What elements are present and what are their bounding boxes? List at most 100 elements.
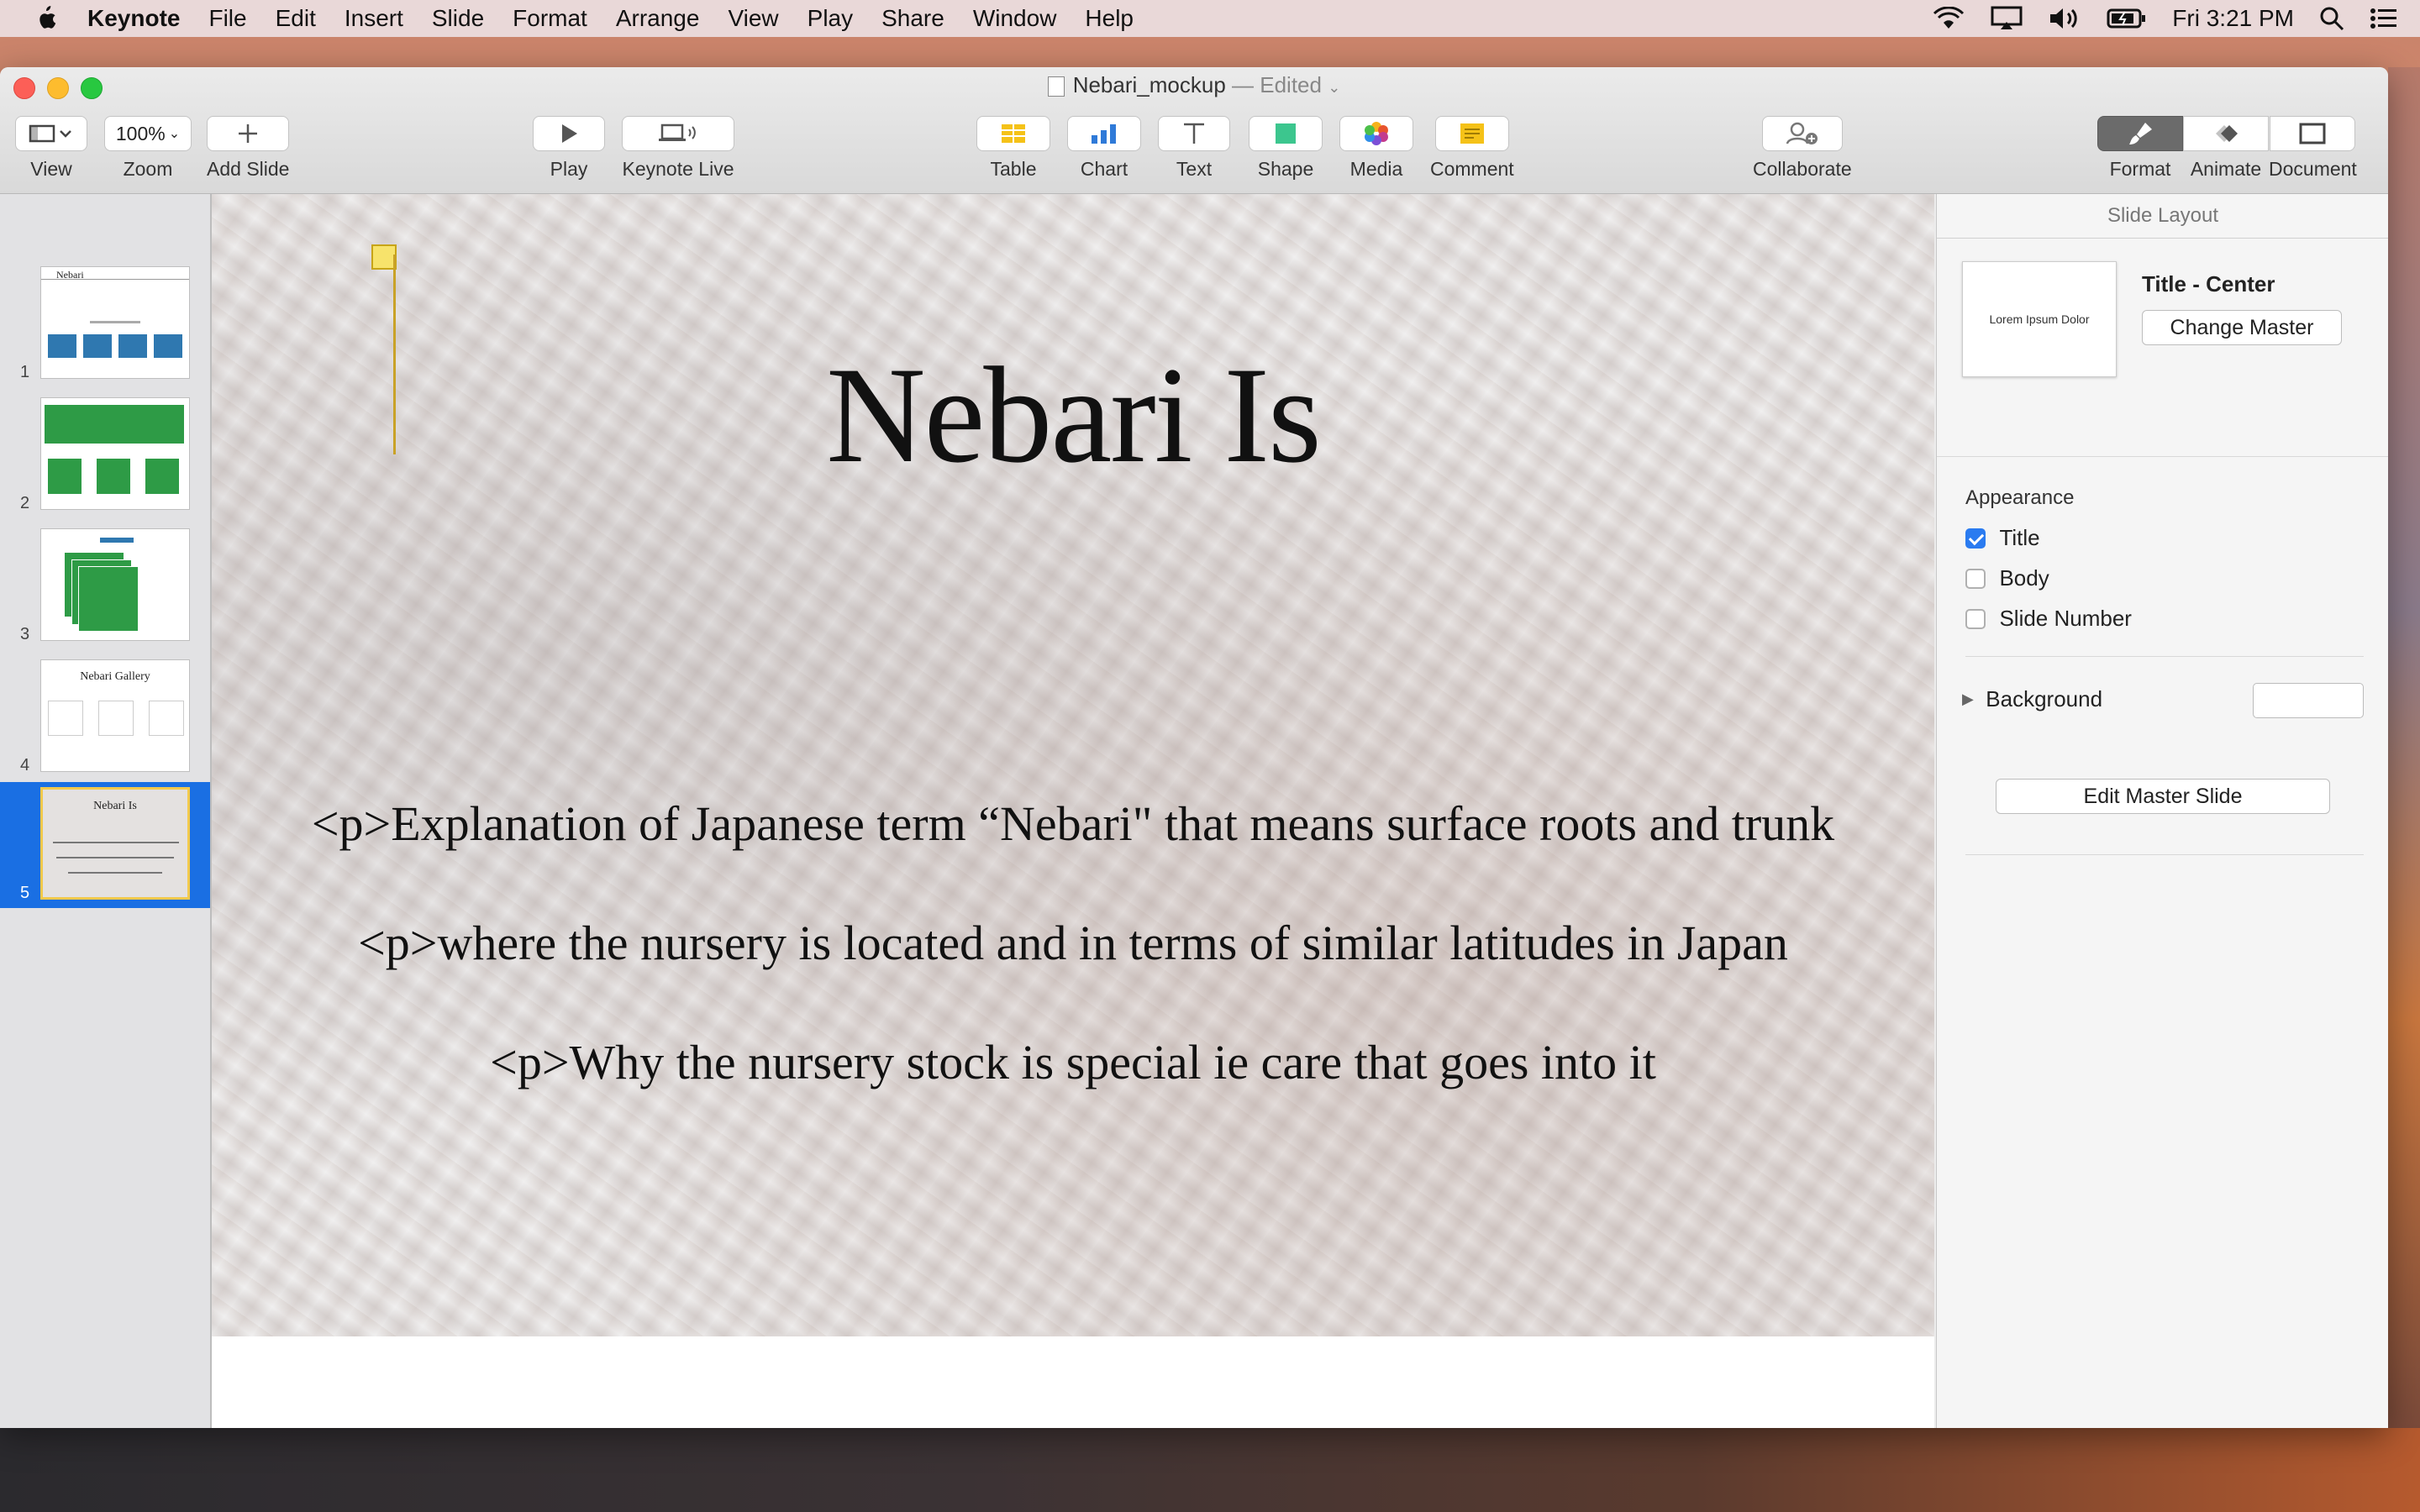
edit-master-slide-button[interactable]: Edit Master Slide: [1996, 779, 2330, 814]
body-checkbox[interactable]: [1965, 568, 1986, 589]
background-disclosure[interactable]: ▶ Background: [1962, 686, 2102, 712]
text-label: Text: [1176, 158, 1213, 180]
animate-button[interactable]: [2183, 116, 2269, 151]
title-option[interactable]: Title: [1965, 525, 2040, 551]
document-icon: [1047, 76, 1065, 97]
view-label: View: [30, 158, 72, 180]
table-button[interactable]: [976, 116, 1050, 151]
keynote-live-button[interactable]: [622, 116, 734, 151]
slide-navigator: Nebari 1 2 3 Nebari Gallery 4 Nebari Is …: [0, 194, 212, 1428]
slide-thumbnail-3[interactable]: 3: [0, 523, 210, 649]
comment-label: Comment: [1430, 158, 1514, 180]
change-master-button[interactable]: Change Master: [2142, 310, 2342, 345]
add-slide-tool[interactable]: Add Slide: [207, 116, 289, 181]
slide-body-line-2[interactable]: <p>where the nursery is located and in t…: [212, 915, 1934, 971]
master-preview[interactable]: Lorem Ipsum Dolor: [1962, 261, 2117, 377]
chart-button[interactable]: [1067, 116, 1141, 151]
play-tool[interactable]: Play: [533, 116, 605, 181]
view-tool[interactable]: View: [15, 116, 87, 181]
document-title[interactable]: Nebari_mockup — Edited ⌄: [0, 72, 2388, 98]
slide-number-checkbox[interactable]: [1965, 608, 1986, 629]
media-label: Media: [1349, 158, 1403, 180]
menu-insert[interactable]: Insert: [345, 5, 403, 32]
collaborate-button[interactable]: [1761, 116, 1843, 151]
zoom-select[interactable]: 100% ⌄: [104, 116, 192, 151]
animate-tool[interactable]: Animate: [2183, 116, 2269, 181]
chevron-down-icon: ⌄: [168, 127, 181, 141]
document-button[interactable]: [2270, 116, 2356, 151]
play-button[interactable]: [533, 116, 605, 151]
table-tool[interactable]: Table: [976, 116, 1050, 181]
slide-thumbnail-4[interactable]: Nebari Gallery 4: [0, 654, 210, 780]
comment-tool[interactable]: Comment: [1430, 116, 1514, 181]
spotlight-search-icon[interactable]: [2319, 6, 2344, 31]
menu-view[interactable]: View: [728, 5, 778, 32]
thumbnail-title: Nebari Is: [93, 800, 137, 812]
text-tool[interactable]: Text: [1158, 116, 1230, 181]
battery-icon[interactable]: [2107, 8, 2147, 29]
chart-label: Chart: [1080, 158, 1128, 180]
media-tool[interactable]: Media: [1339, 116, 1413, 181]
text-button[interactable]: [1158, 116, 1230, 151]
menu-window[interactable]: Window: [973, 5, 1057, 32]
add-slide-button[interactable]: [207, 116, 290, 151]
menubar-clock[interactable]: Fri 3:21 PM: [2172, 5, 2294, 32]
shape-tool[interactable]: Shape: [1249, 116, 1323, 181]
toolbar: Nebari_mockup — Edited ⌄ View 100% ⌄ Zoo…: [0, 67, 2388, 194]
menu-help[interactable]: Help: [1085, 5, 1134, 32]
title-checkbox[interactable]: [1965, 528, 1986, 549]
slide-thumbnail-image: Nebari Gallery: [40, 659, 190, 772]
paintbrush-icon: [2129, 123, 2152, 144]
view-button[interactable]: [15, 116, 87, 151]
media-button[interactable]: [1339, 116, 1413, 151]
zoom-value: 100%: [115, 122, 166, 144]
disclosure-triangle-icon[interactable]: ▶: [1962, 690, 1974, 707]
slide-title[interactable]: Nebari Is: [212, 337, 1934, 495]
volume-icon[interactable]: [2048, 6, 2081, 31]
current-slide[interactable]: Nebari Is <p>Explanation of Japanese ter…: [212, 194, 1934, 1336]
comment-button[interactable]: [1434, 116, 1509, 151]
shape-label: Shape: [1257, 158, 1314, 180]
menu-app-name[interactable]: Keynote: [87, 5, 180, 32]
slide-thumbnail-2[interactable]: 2: [0, 392, 210, 518]
slide-thumbnail-1[interactable]: Nebari 1: [0, 261, 210, 387]
slide-body-line-3[interactable]: <p>Why the nursery stock is special ie c…: [212, 1034, 1934, 1090]
slide-number-option[interactable]: Slide Number: [1965, 606, 2132, 632]
apple-menu-icon[interactable]: [34, 5, 57, 32]
menu-share[interactable]: Share: [881, 5, 944, 32]
document-tool[interactable]: Document: [2269, 116, 2357, 181]
background-color-well[interactable]: [2253, 683, 2364, 718]
body-option[interactable]: Body: [1965, 565, 2049, 591]
chart-tool[interactable]: Chart: [1067, 116, 1141, 181]
shape-icon: [1276, 123, 1296, 144]
collaborate-tool[interactable]: Collaborate: [1753, 116, 1852, 181]
slide-thumbnail-image: [40, 528, 190, 641]
format-tool[interactable]: Format: [2097, 116, 2183, 181]
airplay-icon[interactable]: [1991, 6, 2023, 31]
menu-file[interactable]: File: [208, 5, 246, 32]
keynote-window: Nebari_mockup — Edited ⌄ View 100% ⌄ Zoo…: [0, 67, 2388, 1428]
document-setup-icon: [2299, 123, 2326, 144]
comment-connector: [393, 255, 396, 454]
appearance-heading: Appearance: [1965, 486, 2075, 509]
menu-format[interactable]: Format: [513, 5, 587, 32]
slide-canvas[interactable]: Nebari Is <p>Explanation of Japanese ter…: [212, 194, 1934, 1428]
keynote-live-label: Keynote Live: [622, 158, 734, 180]
slide-thumbnail-5[interactable]: Nebari Is 5: [0, 782, 210, 908]
menu-arrange[interactable]: Arrange: [616, 5, 700, 32]
keynote-live-tool[interactable]: Keynote Live: [622, 116, 734, 181]
slide-body-line-1[interactable]: <p>Explanation of Japanese term “Nebari"…: [212, 795, 1934, 852]
plus-icon: [239, 124, 258, 143]
divider: [1965, 854, 2364, 855]
menu-slide[interactable]: Slide: [432, 5, 484, 32]
notification-center-icon[interactable]: [2370, 7, 2398, 30]
format-button[interactable]: [2097, 116, 2183, 151]
zoom-tool[interactable]: 100% ⌄ Zoom: [104, 116, 192, 181]
comment-icon: [1460, 123, 1484, 144]
menu-edit[interactable]: Edit: [276, 5, 316, 32]
document-status: — Edited: [1232, 72, 1322, 97]
thumbnail-title: Nebari Gallery: [80, 670, 150, 683]
wifi-icon[interactable]: [1932, 7, 1965, 30]
menu-play[interactable]: Play: [808, 5, 853, 32]
shape-button[interactable]: [1249, 116, 1323, 151]
